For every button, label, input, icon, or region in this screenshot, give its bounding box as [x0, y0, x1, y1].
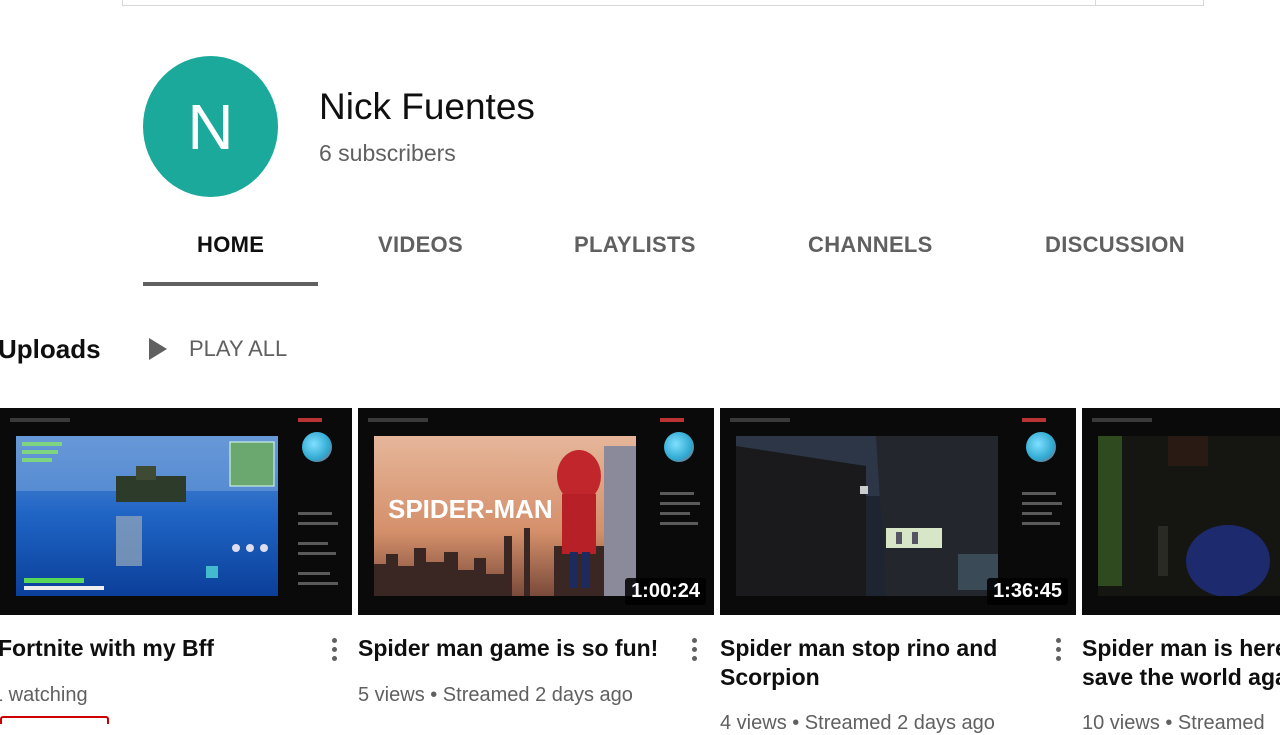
stream-sidebar	[294, 432, 344, 602]
night-city-gameplay-image	[736, 436, 998, 596]
fortnite-gameplay-image	[16, 436, 278, 596]
stream-sidebar	[656, 432, 706, 602]
video-duration: 1:00:24	[625, 578, 706, 605]
video-title[interactable]: Spider man stop rino and Scorpion	[720, 634, 1035, 692]
more-options-icon[interactable]	[1054, 636, 1062, 664]
sidebar-text-line	[660, 492, 694, 495]
video-duration: 1:36:45	[987, 578, 1068, 605]
sidebar-text-line	[660, 512, 690, 515]
sidebar-text-line	[298, 512, 332, 515]
video-title[interactable]: Spider man is here to save the world aga…	[1082, 634, 1280, 692]
channel-tabs: HOME VIDEOS PLAYLISTS CHANNELS DISCUSSIO…	[0, 220, 1280, 290]
search-bar-edge[interactable]	[122, 0, 1204, 6]
sidebar-text-line	[298, 542, 328, 545]
spiderman-title-screen-image: SPIDER-MAN	[374, 436, 636, 596]
sidebar-text-line	[1022, 502, 1062, 505]
tab-videos[interactable]: VIDEOS	[378, 232, 463, 258]
play-all-button[interactable]: PLAY ALL	[189, 336, 287, 362]
sidebar-text-line	[298, 572, 330, 575]
more-options-icon[interactable]	[690, 636, 698, 664]
spiderman-logo-text: SPIDER-MAN	[388, 494, 553, 524]
search-button-divider	[1095, 0, 1096, 6]
video-meta: 10 views • Streamed	[1082, 712, 1265, 734]
video-title[interactable]: Fortnite with my Bff	[0, 634, 313, 663]
stream-hud-rec	[1022, 418, 1046, 422]
more-options-icon[interactable]	[330, 636, 338, 664]
stream-hud	[1092, 418, 1152, 422]
video-thumbnail[interactable]	[0, 408, 352, 615]
streamer-avatar	[302, 432, 332, 462]
stream-hud	[368, 418, 428, 422]
dark-room-gameplay-image	[1098, 436, 1280, 596]
video-meta: 4 views • Streamed 2 days ago	[720, 712, 995, 734]
channel-avatar[interactable]: N	[143, 56, 278, 197]
sidebar-text-line	[298, 522, 338, 525]
video-thumbnail[interactable]	[1082, 408, 1280, 615]
sidebar-text-line	[298, 552, 336, 555]
tab-discussion[interactable]: DISCUSSION	[1045, 232, 1185, 258]
uploads-heading: Uploads	[0, 334, 101, 364]
sidebar-text-line	[1022, 522, 1060, 525]
tab-channels[interactable]: CHANNELS	[808, 232, 933, 258]
tab-playlists[interactable]: PLAYLISTS	[574, 232, 696, 258]
video-thumbnail[interactable]: 1:36:45	[720, 408, 1076, 615]
active-tab-indicator	[143, 282, 318, 286]
stream-hud-rec	[660, 418, 684, 422]
video-meta: 5 views • Streamed 2 days ago	[358, 684, 633, 706]
play-icon[interactable]	[148, 337, 168, 361]
sidebar-text-line	[660, 502, 700, 505]
stream-hud	[730, 418, 790, 422]
streamer-avatar	[1026, 432, 1056, 462]
streamer-avatar	[664, 432, 694, 462]
subscriber-count: 6 subscribers	[319, 140, 456, 166]
tab-home[interactable]: HOME	[197, 232, 264, 258]
stream-hud-rec	[298, 418, 322, 422]
video-title[interactable]: Spider man game is so fun!	[358, 634, 673, 663]
video-meta: 1 watching	[0, 684, 88, 706]
sidebar-text-line	[1022, 512, 1052, 515]
stream-hud	[10, 418, 70, 422]
channel-name: Nick Fuentes	[319, 86, 535, 127]
stream-sidebar	[1018, 432, 1068, 602]
sidebar-text-line	[298, 582, 338, 585]
sidebar-text-line	[1022, 492, 1056, 495]
video-thumbnail[interactable]: SPIDER-MAN 1:00:24	[358, 408, 714, 615]
live-badge	[0, 716, 109, 724]
sidebar-text-line	[660, 522, 698, 525]
